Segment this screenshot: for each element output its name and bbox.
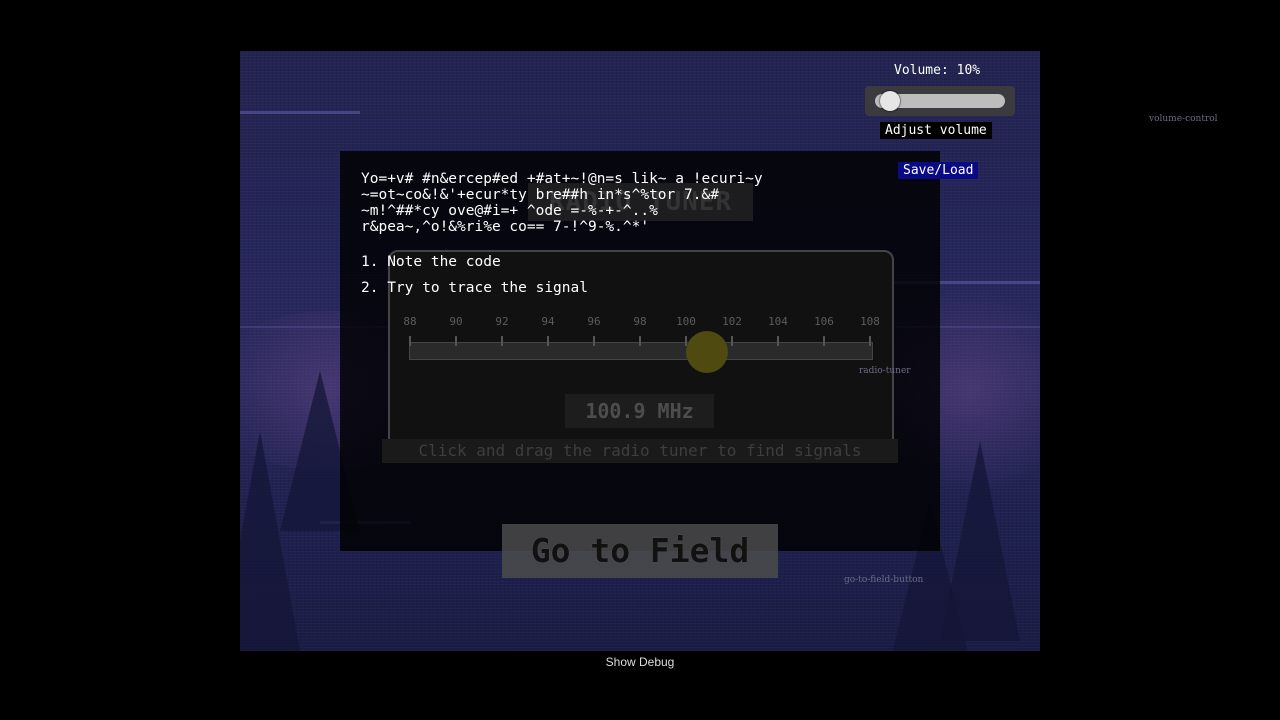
tuner-tick-label: 102 bbox=[722, 315, 742, 328]
choice-note-code[interactable]: 1. Note the code bbox=[361, 254, 501, 270]
tuner-tick-mark bbox=[547, 336, 549, 346]
tuner-tick-label: 98 bbox=[633, 315, 647, 328]
adjust-volume-label: Adjust volume bbox=[880, 122, 992, 139]
tuner-tick-mark bbox=[639, 336, 641, 346]
tuner-instruction: Click and drag the radio tuner to find s… bbox=[382, 439, 898, 463]
tree-silhouette bbox=[240, 431, 300, 651]
frequency-display: 100.9 MHz bbox=[565, 394, 714, 428]
save-load-button[interactable]: Save/Load bbox=[898, 162, 979, 179]
tuner-tick-mark bbox=[731, 336, 733, 346]
tuner-tick-mark bbox=[409, 336, 411, 346]
scene-streak bbox=[240, 111, 360, 114]
radio-tuner-debug-label: radio-tuner bbox=[859, 366, 911, 376]
tuner-tick-label: 94 bbox=[541, 315, 555, 328]
radio-tuner-knob[interactable] bbox=[685, 331, 728, 373]
tuner-tick-label: 108 bbox=[860, 315, 880, 328]
tuner-tick-label: 106 bbox=[814, 315, 834, 328]
tuner-tick-label: 96 bbox=[587, 315, 601, 328]
tuner-tick-mark bbox=[823, 336, 825, 346]
volume-label: Volume: 10% bbox=[894, 63, 981, 78]
tuner-tick-label: 104 bbox=[768, 315, 788, 328]
volume-control-debug-label: volume-control bbox=[1149, 114, 1218, 124]
tuner-tick-mark bbox=[593, 336, 595, 346]
tuner-tick-mark bbox=[501, 336, 503, 346]
tuner-tick-label: 100 bbox=[676, 315, 696, 328]
go-to-field-label: Go to Field bbox=[530, 531, 750, 570]
show-debug-button[interactable]: Show Debug bbox=[0, 655, 1280, 669]
volume-slider-thumb[interactable] bbox=[880, 91, 900, 111]
tuner-tick-mark bbox=[869, 336, 871, 346]
tuner-tick-label: 92 bbox=[495, 315, 509, 328]
choice-trace-signal[interactable]: 2. Try to trace the signal bbox=[361, 280, 588, 296]
tuner-tick-mark bbox=[455, 336, 457, 346]
go-to-field-button[interactable]: Go to Field bbox=[502, 524, 778, 578]
radio-tuner-track[interactable] bbox=[409, 342, 873, 360]
tuner-tick-label: 88 bbox=[403, 315, 417, 328]
tuner-tick-mark bbox=[777, 336, 779, 346]
go-to-field-debug-label: go-to-field-button bbox=[844, 575, 924, 585]
tuner-tick-label: 90 bbox=[449, 315, 463, 328]
intercepted-message: Yo=+v# #n&ercep#ed +#at+~!@n=s lik~ a !e… bbox=[361, 171, 763, 235]
